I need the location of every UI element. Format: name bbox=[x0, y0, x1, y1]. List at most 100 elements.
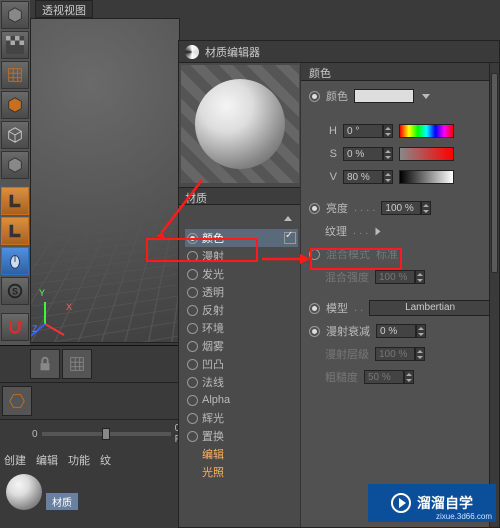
thumb-grid[interactable] bbox=[62, 349, 92, 379]
value-brightness[interactable]: 100 % bbox=[381, 201, 421, 215]
properties-header: 颜色 bbox=[301, 63, 499, 81]
radio-alpha[interactable] bbox=[187, 395, 198, 406]
tool-l2[interactable] bbox=[1, 217, 29, 245]
menu-edit[interactable]: 编辑 bbox=[36, 452, 58, 468]
channel-illum[interactable]: 光照 bbox=[185, 463, 298, 481]
menu-tex[interactable]: 纹 bbox=[100, 452, 111, 468]
value-s[interactable]: 0 % bbox=[343, 147, 383, 161]
check-color[interactable] bbox=[284, 232, 296, 244]
radio-blend-mode[interactable] bbox=[309, 249, 320, 260]
radio-normal[interactable] bbox=[187, 377, 198, 388]
label-falloff: 漫射衰减 bbox=[326, 323, 370, 339]
channel-glow[interactable]: 辉光 bbox=[185, 409, 298, 427]
tool-s[interactable]: S bbox=[1, 277, 29, 305]
radio-model[interactable] bbox=[309, 303, 320, 314]
channel-label-alpha: Alpha bbox=[202, 394, 230, 406]
value-blend-strength: 100 % bbox=[375, 270, 415, 284]
channel-column: 材质 颜色漫射发光透明反射环境烟雾凹凸法线Alpha辉光置换编辑光照 bbox=[179, 63, 301, 527]
spinner-s[interactable] bbox=[383, 147, 393, 161]
radio-color[interactable] bbox=[309, 91, 320, 102]
material-preview[interactable] bbox=[181, 65, 299, 183]
channel-env[interactable]: 环境 bbox=[185, 319, 298, 337]
tool-cube-orange[interactable] bbox=[1, 91, 29, 119]
menu-create[interactable]: 创建 bbox=[4, 452, 26, 468]
row-falloff: 漫射衰减 0 % bbox=[309, 322, 491, 340]
play-icon bbox=[391, 493, 411, 513]
channel-label-glow: 辉光 bbox=[202, 410, 224, 426]
tool-magnet[interactable] bbox=[1, 313, 29, 341]
row-color: 颜色 bbox=[309, 87, 491, 105]
value-h[interactable]: 0 ° bbox=[343, 124, 383, 138]
spinner-levels bbox=[415, 347, 425, 361]
material-editor-window: 材质编辑器 材质 颜色漫射发光透明反射环境烟雾凹凸法线Alpha辉光置换编辑光照… bbox=[178, 40, 500, 528]
color-swatch[interactable] bbox=[354, 89, 414, 103]
gradient-val[interactable] bbox=[399, 170, 454, 184]
radio-diffuse[interactable] bbox=[187, 251, 198, 262]
material-tile[interactable] bbox=[6, 474, 42, 510]
tool-mouse[interactable] bbox=[1, 247, 29, 275]
channel-lumin[interactable]: 发光 bbox=[185, 265, 298, 283]
spinner-rough bbox=[404, 370, 414, 384]
texture-browse-icon[interactable] bbox=[376, 227, 381, 235]
spinner-falloff[interactable] bbox=[416, 324, 426, 338]
gradient-sat[interactable] bbox=[399, 147, 454, 161]
channel-label-normal: 法线 bbox=[202, 374, 224, 390]
channel-label-color: 颜色 bbox=[202, 230, 224, 246]
value-falloff[interactable]: 0 % bbox=[376, 324, 416, 338]
spinner-v[interactable] bbox=[383, 170, 393, 184]
timeline-slider[interactable] bbox=[42, 432, 171, 436]
radio-refl[interactable] bbox=[187, 305, 198, 316]
watermark: MAXON CINEMA4D bbox=[0, 437, 2, 510]
channel-normal[interactable]: 法线 bbox=[185, 373, 298, 391]
viewport-title: 透视视图 bbox=[35, 0, 93, 18]
channel-fog[interactable]: 烟雾 bbox=[185, 337, 298, 355]
value-v[interactable]: 80 % bbox=[343, 170, 383, 184]
radio-color[interactable] bbox=[187, 233, 198, 244]
tool-l[interactable] bbox=[1, 187, 29, 215]
channel-edit[interactable]: 编辑 bbox=[185, 445, 298, 463]
radio-brightness[interactable] bbox=[309, 203, 320, 214]
label-s: S bbox=[309, 148, 337, 160]
radio-trans[interactable] bbox=[187, 287, 198, 298]
channel-bump[interactable]: 凹凸 bbox=[185, 355, 298, 373]
radio-disp[interactable] bbox=[187, 431, 198, 442]
c4d-icon bbox=[185, 45, 199, 59]
radio-lumin[interactable] bbox=[187, 269, 198, 280]
channel-flyout[interactable] bbox=[185, 209, 298, 227]
channel-diffuse[interactable]: 漫射 bbox=[185, 247, 298, 265]
gradient-hue[interactable] bbox=[399, 124, 454, 138]
model-dropdown[interactable]: Lambertian bbox=[369, 300, 491, 316]
menu-func[interactable]: 功能 bbox=[68, 452, 90, 468]
tool-checker[interactable] bbox=[1, 31, 29, 59]
thumb-lock[interactable] bbox=[30, 349, 60, 379]
channel-disp[interactable]: 置换 bbox=[185, 427, 298, 445]
channel-color[interactable]: 颜色 bbox=[185, 229, 298, 247]
channel-refl[interactable]: 反射 bbox=[185, 301, 298, 319]
viewport-3d[interactable]: X Y Z bbox=[30, 18, 180, 343]
channel-alpha[interactable]: Alpha bbox=[185, 391, 298, 409]
channel-trans[interactable]: 透明 bbox=[185, 283, 298, 301]
tool-cube-blue[interactable] bbox=[1, 151, 29, 179]
material-editor-titlebar[interactable]: 材质编辑器 bbox=[179, 41, 499, 63]
window-title: 材质编辑器 bbox=[205, 44, 260, 60]
row-h: H 0 ° bbox=[309, 122, 491, 140]
chevron-down-icon[interactable] bbox=[422, 94, 430, 99]
tool-cube-wire[interactable] bbox=[1, 121, 29, 149]
thumb-honey[interactable] bbox=[2, 386, 32, 416]
tool-cube[interactable] bbox=[1, 1, 29, 29]
preview-sphere bbox=[195, 79, 285, 169]
radio-env[interactable] bbox=[187, 323, 198, 334]
brand-url: zixue.3d66.com bbox=[436, 512, 492, 521]
scrollbar[interactable] bbox=[489, 63, 499, 527]
scroll-thumb[interactable] bbox=[491, 73, 498, 273]
spinner-h[interactable] bbox=[383, 124, 393, 138]
radio-falloff[interactable] bbox=[309, 326, 320, 337]
material-tile-label[interactable]: 材质 bbox=[46, 493, 78, 510]
label-brightness: 亮度 bbox=[326, 200, 348, 216]
tool-grid[interactable] bbox=[1, 61, 29, 89]
radio-fog[interactable] bbox=[187, 341, 198, 352]
radio-bump[interactable] bbox=[187, 359, 198, 370]
spinner-brightness[interactable] bbox=[421, 201, 431, 215]
radio-glow[interactable] bbox=[187, 413, 198, 424]
channel-label-env: 环境 bbox=[202, 320, 224, 336]
